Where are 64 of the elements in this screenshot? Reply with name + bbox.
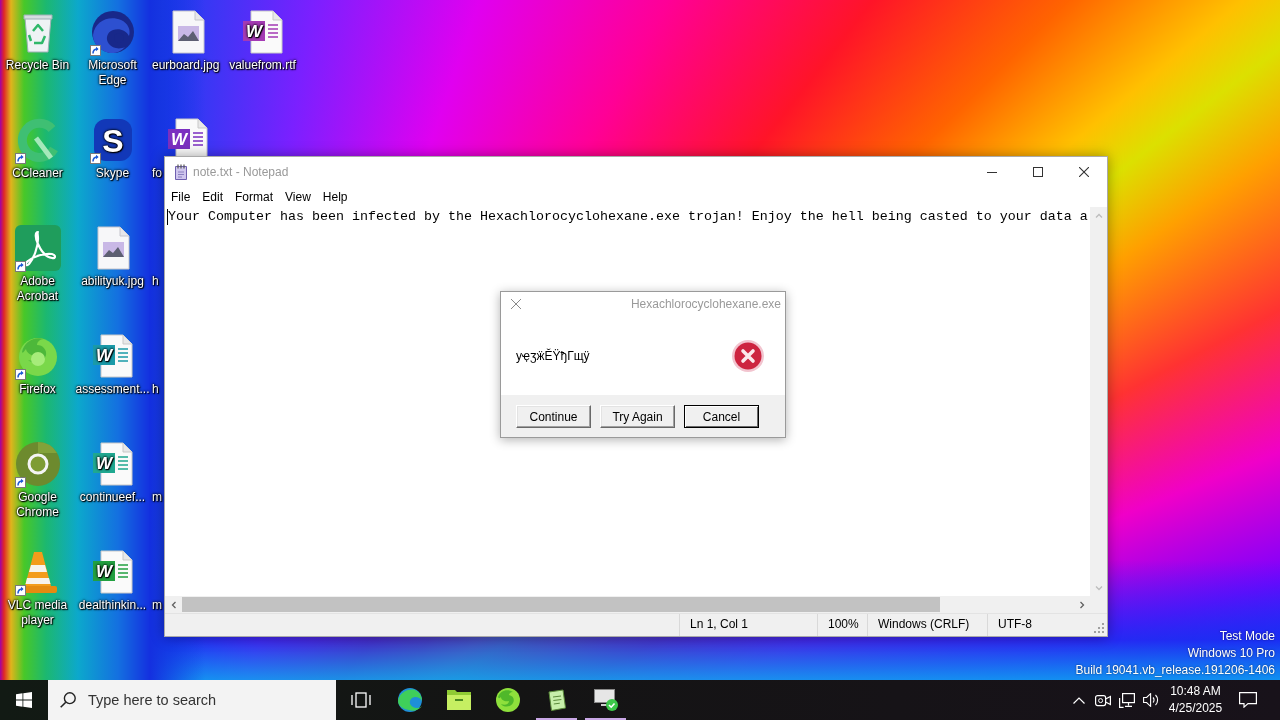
menu-item[interactable]: View [279,187,317,207]
watermark-text: Windows 10 Pro [1186,645,1275,662]
dialog-title: Hexachlorocyclohexane.exe [630,296,781,313]
desktop-shortcut[interactable]: W continueef... [75,440,150,505]
window-title: note.txt - Notepad [193,164,289,181]
desktop-shortcut[interactable]: Microsoft Edge [75,8,150,88]
speaker-icon[interactable] [1143,693,1159,707]
menu-item[interactable]: Format [229,187,280,207]
windows-logo-icon [16,692,32,708]
folder-icon [446,690,471,710]
desktop-shortcut[interactable]: h [152,274,159,289]
minimize-icon [987,171,997,173]
notepad-icon [173,164,189,180]
network-monitor-icon[interactable] [1119,692,1135,708]
clock-time[interactable]: 10:48 AM [1163,683,1228,700]
chevron-down-icon [1094,583,1103,592]
wave-logo-icon [397,688,422,712]
globe-logo-icon [495,688,520,712]
notepad-icon [547,689,566,711]
search-icon [60,692,76,708]
chevron-right-icon [1077,600,1086,609]
ring-logo-icon [13,440,62,488]
watermark-text: Build 19041.vb_release.191206-1406 [1075,662,1275,679]
desktop-shortcut[interactable]: eurboard.jpg [150,8,225,73]
desktop-shortcut[interactable]: m [152,598,162,613]
status-bar-item: 100% [817,614,867,636]
error-icon [732,339,764,372]
dialog-message: уҿӡӝĔΫђГщӱ [516,347,590,365]
chevron-up-icon [1094,211,1103,220]
close-icon [1079,167,1089,177]
desktop-shortcut[interactable]: W assessment... [75,332,150,397]
camera-icon[interactable] [1095,693,1111,707]
status-bar-item: Windows (CRLF) [867,614,987,636]
dialog-button[interactable]: Try Again [600,405,675,428]
status-bar-item: UTF-8 [987,614,1092,636]
chevron-left-icon [169,600,178,609]
document-text: Your Computer has been infected by the Hexachlorocyclohexane.exe trojan! Enjoy the hell being casted to your data a [168,209,1088,225]
scrollbar-thumb[interactable] [182,597,940,612]
desktop-shortcut[interactable]: S Skype [75,116,150,181]
watermark-text: Test Mode [1218,628,1275,645]
desktop-shortcut[interactable]: h [152,382,159,397]
status-bar-item: Ln 1, Col 1 [679,614,817,636]
close-icon [511,299,521,309]
desktop-shortcut[interactable]: fo [152,166,162,181]
ribbon-logo-icon [13,224,62,272]
task-view-icon [350,692,371,708]
dialog-button[interactable]: Continue [516,405,591,428]
menu-item[interactable]: Edit [196,187,230,207]
close-button[interactable] [509,297,523,311]
chevron-up-icon[interactable] [1073,696,1085,704]
notification-icon[interactable] [1239,692,1257,708]
maximize-icon [1033,167,1043,177]
clock-date[interactable]: 4/25/2025 [1163,700,1228,717]
menu-item[interactable]: File [165,187,197,207]
monitor-check-icon [593,689,618,711]
desktop-shortcut[interactable]: m [152,490,162,505]
text-cursor [167,209,168,225]
search-field[interactable]: Type here to search [48,680,336,720]
menu-item[interactable]: Help [316,187,354,207]
resize-grip-icon[interactable] [1094,623,1104,633]
desktop-shortcut[interactable]: W valuefrom.rtf [225,8,300,73]
dialog-button[interactable]: Cancel [684,405,759,428]
desktop-shortcut[interactable]: W dealthinkin... [75,548,150,613]
desktop-shortcut[interactable]: abilityuk.jpg [75,224,150,289]
